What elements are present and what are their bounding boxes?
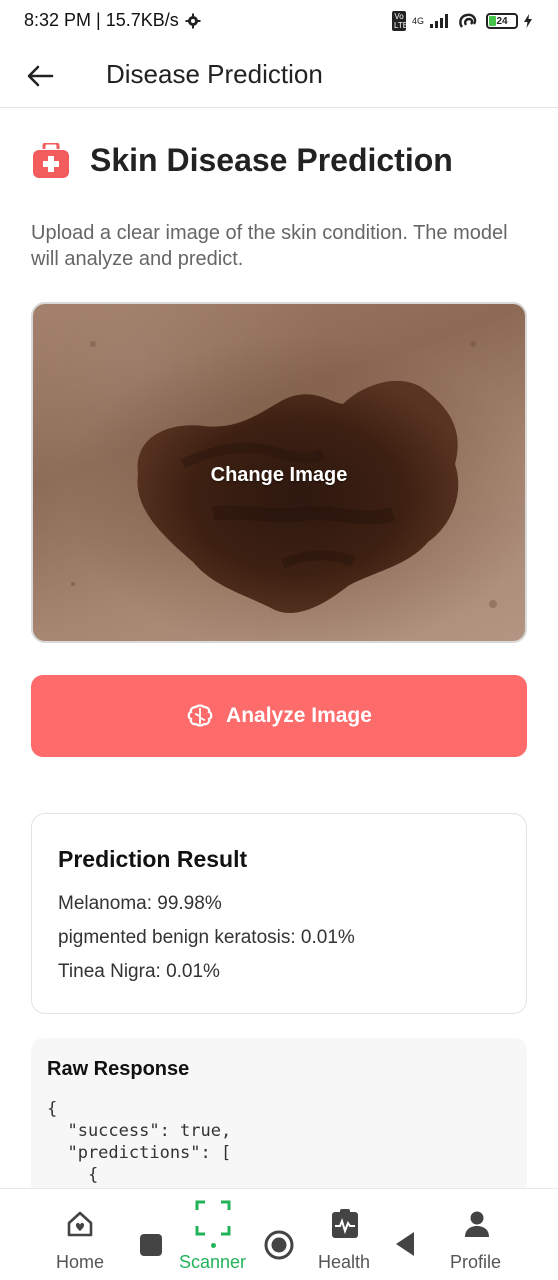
nav-item-health[interactable]: Health — [306, 1189, 386, 1280]
analyze-image-button[interactable]: Analyze Image — [31, 675, 527, 757]
raw-response-code: { "success": true, "predictions": [ { — [47, 1099, 232, 1185]
volte-icon: Vo LTE — [391, 11, 409, 31]
system-home-icon[interactable] — [264, 1230, 294, 1260]
raw-response-title: Raw Response — [47, 1058, 190, 1080]
prediction-result-list: Melanoma: 99.98% pigmented benign kerato… — [58, 891, 355, 993]
scanner-icon — [194, 1199, 232, 1237]
arrow-left-icon — [27, 65, 54, 87]
profile-icon — [462, 1209, 492, 1239]
brain-icon — [187, 704, 213, 727]
system-back-icon[interactable] — [394, 1230, 416, 1258]
prediction-result-title: Prediction Result — [58, 846, 248, 872]
nav-item-scanner[interactable]: Scanner — [170, 1189, 256, 1280]
status-icons: Vo LTE 4G 24 — [391, 11, 532, 31]
prediction-item: pigmented benign keratosis: 0.01% — [58, 927, 355, 948]
nav-label-health: Health — [318, 1252, 371, 1272]
status-time-text: 8:32 PM | 15.7KB/s — [24, 10, 179, 30]
battery-level: 24 — [496, 15, 508, 27]
nav-label-profile: Profile — [450, 1252, 502, 1272]
nav-label-home: Home — [56, 1252, 105, 1272]
home-icon — [65, 1209, 95, 1239]
app-title: Disease Prediction — [106, 59, 323, 89]
app-bar: Disease Prediction — [0, 44, 558, 108]
back-button[interactable] — [22, 58, 58, 94]
prediction-result-card: Prediction Result Melanoma: 99.98% pigme… — [31, 813, 527, 1014]
status-time: 8:32 PM | 15.7KB/s — [24, 10, 201, 31]
battery-icon: 24 — [486, 13, 518, 29]
prediction-item: Tinea Nigra: 0.01% — [58, 961, 220, 982]
medical-kit-icon — [33, 142, 69, 178]
recent-apps-icon[interactable] — [140, 1234, 162, 1256]
nav-item-home[interactable]: Home — [40, 1189, 120, 1280]
charging-icon — [524, 14, 532, 28]
change-image-label[interactable]: Change Image — [33, 464, 525, 487]
status-bar: 8:32 PM | 15.7KB/s Vo LTE 4G 24 — [0, 0, 558, 44]
network-type: 4G — [411, 16, 424, 26]
skin-image-preview[interactable]: Change Image — [31, 302, 527, 643]
page-heading: Skin Disease Prediction — [32, 142, 453, 179]
health-icon — [330, 1209, 360, 1239]
page-description: Upload a clear image of the skin conditi… — [31, 222, 508, 270]
bottom-navigation: Home Scanner Health Profile — [0, 1188, 558, 1280]
signal-icon — [430, 14, 448, 28]
prediction-item: Melanoma: 99.98% — [58, 893, 222, 914]
nav-label-scanner: Scanner — [179, 1252, 247, 1272]
nav-item-profile[interactable]: Profile — [437, 1189, 517, 1280]
wifi-hotspot-icon — [459, 13, 477, 28]
active-indicator-dot — [211, 1243, 216, 1248]
raw-response-card: Raw Response { "success": true, "predict… — [31, 1038, 527, 1198]
settings-gear-icon — [185, 13, 201, 28]
page-title: Skin Disease Prediction — [90, 142, 453, 178]
analyze-button-label: Analyze Image — [226, 704, 372, 727]
